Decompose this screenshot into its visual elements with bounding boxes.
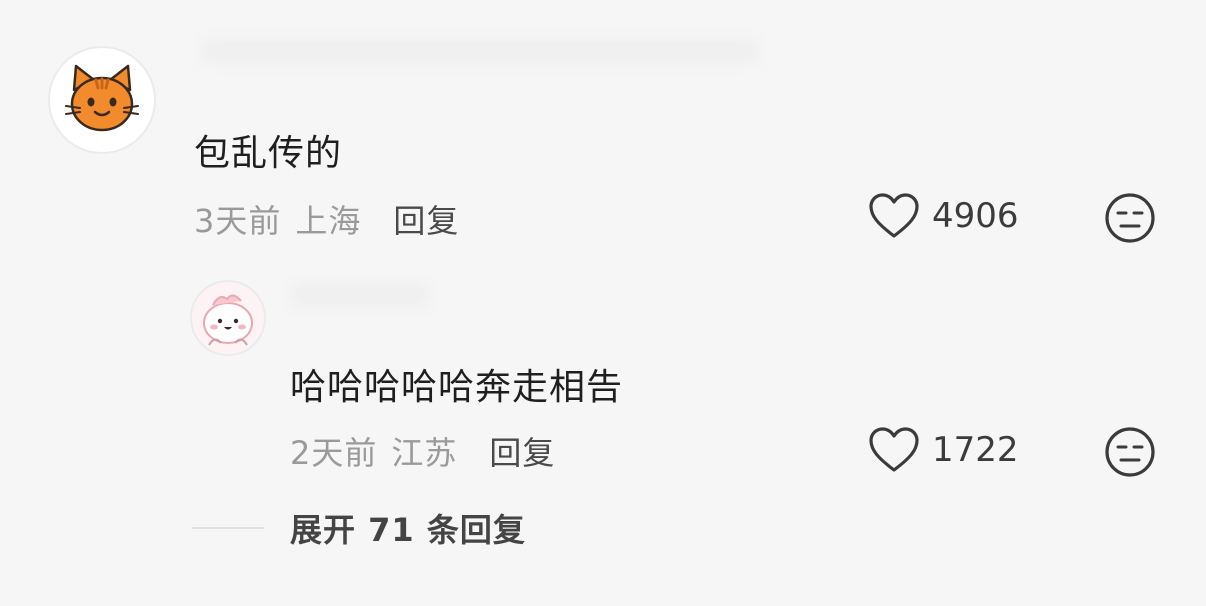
reply-meta: 2天前 江苏 回复 [290,428,555,474]
cat-face-icon [65,64,139,132]
divider-line [192,527,264,529]
comment-location: 上海 [295,202,362,240]
comment-section: 包乱传的 3天前 上海 回复 4906 哈哈哈哈哈奔走相告 2天前江苏 回复 1… [0,0,1206,606]
reply-time: 2天前 [290,434,378,472]
like-button[interactable]: 4906 [868,192,1019,240]
expand-replies-button[interactable]: 展开 71 条回复 [192,505,526,551]
reply-to-reply-button[interactable]: 回复 [489,434,555,472]
username-blurred[interactable] [200,38,760,64]
reply-like-button[interactable]: 1722 [868,426,1019,474]
reply-dislike-button[interactable] [1104,426,1156,478]
cute-character-icon [203,294,253,346]
reply-location: 江苏 [391,434,458,472]
like-count: 4906 [932,196,1019,236]
heart-icon [869,193,919,238]
comment-text: 包乱传的 [194,133,343,174]
heart-icon [869,427,919,472]
reply-avatar[interactable] [190,280,266,356]
reply-username-blurred[interactable] [290,282,430,308]
comment-time: 3天前 [194,202,282,240]
reply-text: 哈哈哈哈哈奔走相告 [290,367,624,408]
unamused-face-icon [1105,193,1155,243]
unamused-face-icon [1105,427,1155,477]
reply-like-count: 1722 [932,430,1019,470]
expand-replies-label: 展开 71 条回复 [290,511,526,549]
dislike-button[interactable] [1104,192,1156,244]
commenter-avatar[interactable] [48,46,156,154]
comment-meta: 3天前 上海 回复 [194,196,459,242]
reply-button[interactable]: 回复 [393,202,459,240]
